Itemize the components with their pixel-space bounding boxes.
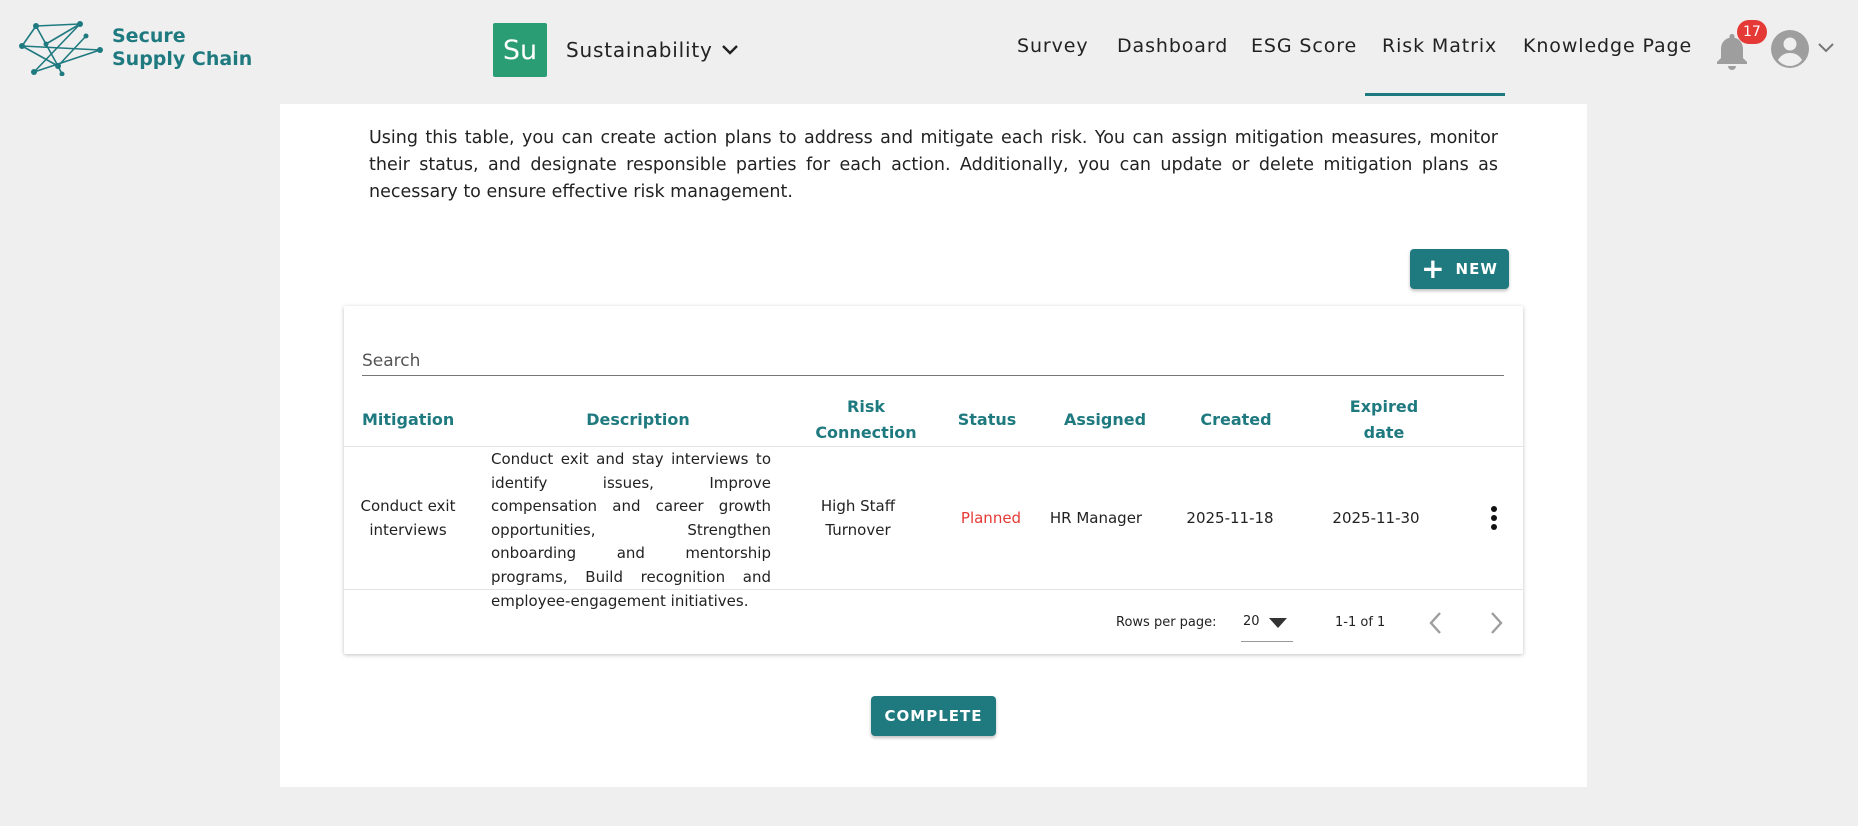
intro-text: Using this table, you can create action … xyxy=(369,128,1498,202)
previous-page-icon[interactable] xyxy=(1424,610,1448,636)
header-divider xyxy=(344,446,1523,447)
expired-header-line-2: date xyxy=(1363,423,1405,442)
cell-created: 2025-11-18 xyxy=(1186,509,1274,527)
caret-down-icon xyxy=(1269,618,1287,628)
cell-risk-connection: High Staff Turnover xyxy=(820,497,896,539)
notification-count-badge: 17 xyxy=(1737,20,1767,44)
column-header-expired-date[interactable]: Expired date xyxy=(1344,394,1424,446)
org-badge: Su xyxy=(493,23,547,77)
new-mitigation-button[interactable]: + NEW xyxy=(1410,249,1509,289)
network-logo-icon xyxy=(19,21,103,76)
app-header: Secure Supply Chain Su Sustainability Su… xyxy=(0,0,1858,96)
cell-assigned: HR Manager xyxy=(1049,509,1143,527)
rows-per-page-label: Rows per page: xyxy=(1116,615,1217,630)
chevron-down-icon[interactable] xyxy=(1817,42,1835,54)
brand-line-2: Supply Chain xyxy=(112,48,253,70)
brand-line-1: Secure xyxy=(112,25,186,47)
risk-header-line-2: Connection xyxy=(815,423,917,442)
active-nav-indicator xyxy=(1365,93,1505,96)
column-header-status[interactable]: Status xyxy=(956,407,1018,433)
column-header-created[interactable]: Created xyxy=(1196,407,1276,433)
pagination-range: 1-1 of 1 xyxy=(1335,615,1386,630)
next-page-icon[interactable] xyxy=(1484,610,1508,636)
brand-name[interactable]: Secure Supply Chain xyxy=(112,25,252,71)
column-header-assigned[interactable]: Assigned xyxy=(1064,407,1146,433)
cell-status: Planned xyxy=(960,509,1022,527)
nav-risk-matrix[interactable]: Risk Matrix xyxy=(1382,35,1497,57)
org-name: Sustainability xyxy=(566,38,713,62)
column-header-mitigation[interactable]: Mitigation xyxy=(362,407,454,433)
nav-esg-score[interactable]: ESG Score xyxy=(1251,35,1357,57)
nav-dashboard[interactable]: Dashboard xyxy=(1117,35,1228,57)
cell-mitigation: Conduct exit interviews xyxy=(360,497,456,539)
account-avatar-icon[interactable] xyxy=(1771,30,1809,68)
complete-button[interactable]: COMPLETE xyxy=(871,696,996,736)
search-input[interactable] xyxy=(362,346,1504,376)
rows-per-page-value: 20 xyxy=(1243,614,1260,629)
cell-expired-date: 2025-11-30 xyxy=(1332,509,1420,527)
plus-icon: + xyxy=(1421,252,1446,285)
org-selector[interactable]: Sustainability xyxy=(566,38,739,62)
nav-knowledge-page[interactable]: Knowledge Page xyxy=(1523,35,1692,57)
expired-header-line-1: Expired xyxy=(1349,397,1419,416)
risk-header-line-1: Risk xyxy=(847,397,885,416)
chevron-down-icon xyxy=(721,45,738,55)
rows-per-page-select[interactable]: 20 xyxy=(1241,612,1293,642)
column-header-risk-connection[interactable]: Risk Connection xyxy=(806,394,926,446)
row-actions-menu-icon[interactable] xyxy=(1486,506,1502,532)
column-header-description[interactable]: Description xyxy=(578,407,698,433)
nav-survey[interactable]: Survey xyxy=(1017,35,1089,57)
footer-divider xyxy=(344,589,1523,590)
new-button-label: NEW xyxy=(1455,260,1498,278)
